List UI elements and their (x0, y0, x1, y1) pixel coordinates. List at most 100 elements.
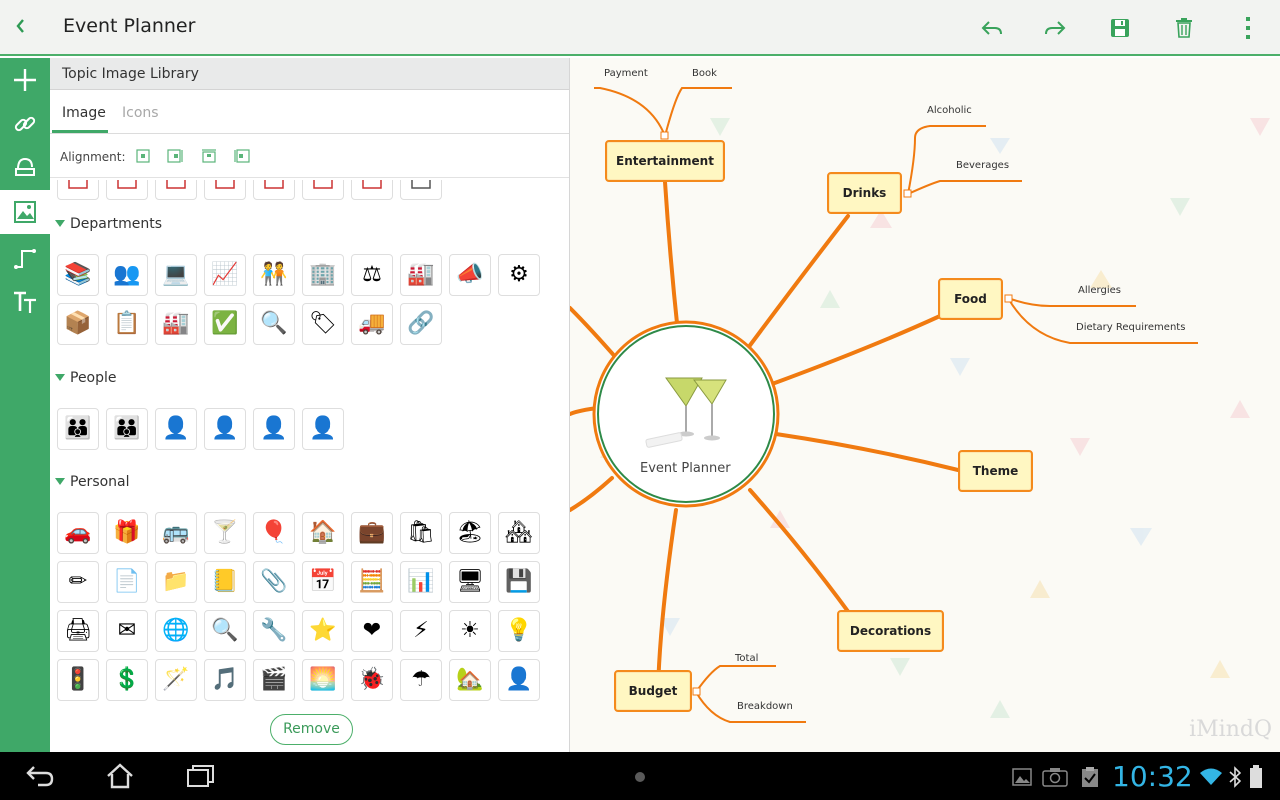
library-image-cell[interactable]: 🎵 (204, 659, 246, 701)
library-image-cell[interactable]: 📈 (204, 254, 246, 296)
calendar-image-cell[interactable] (106, 180, 148, 200)
library-image-cell[interactable]: 🏘 (498, 512, 540, 554)
library-image-cell[interactable]: 📎 (253, 561, 295, 603)
subtopic-beverages[interactable]: Beverages (956, 160, 1009, 171)
library-image-cell[interactable]: 💻 (155, 254, 197, 296)
align-left-button[interactable] (233, 148, 251, 164)
library-image-cell[interactable]: 📣 (449, 254, 491, 296)
library-image-cell[interactable]: 🌅 (302, 659, 344, 701)
library-image-cell[interactable]: 📅 (302, 561, 344, 603)
library-image-cell[interactable]: 🌐 (155, 610, 197, 652)
image-library-list[interactable]: Departments 📚 👥 💻 📈 🧑‍🤝‍🧑 🏢 ⚖ 🏭 📣 ⚙ 📦 📋 🏭 ✅ 🔍 🏷 🚚 🔗 People 👪… (50, 180, 569, 710)
library-image-cell[interactable]: 📋 (106, 303, 148, 345)
library-image-cell[interactable]: 🏖 (449, 512, 491, 554)
library-image-cell[interactable]: 📚 (57, 254, 99, 296)
library-image-cell[interactable]: 🚗 (57, 512, 99, 554)
calendar-image-cell[interactable] (253, 180, 295, 200)
align-right-button[interactable] (166, 148, 184, 164)
library-image-cell[interactable]: ☂ (400, 659, 442, 701)
library-image-cell[interactable]: 🪄 (155, 659, 197, 701)
library-image-cell[interactable]: 💾 (498, 561, 540, 603)
library-image-cell[interactable]: 🏡 (449, 659, 491, 701)
central-topic-label[interactable]: Event Planner (640, 461, 731, 476)
library-image-cell[interactable]: 👤 (498, 659, 540, 701)
library-image-cell[interactable]: 🎁 (106, 512, 148, 554)
library-image-cell[interactable]: 💼 (351, 512, 393, 554)
calendar-image-cell[interactable] (155, 180, 197, 200)
system-recents-button[interactable] (180, 760, 220, 792)
system-home-button[interactable] (100, 760, 140, 792)
overflow-menu-button[interactable] (1232, 12, 1264, 44)
task-notification[interactable] (1078, 764, 1102, 790)
calendar-image-cell[interactable] (400, 180, 442, 200)
topic-food[interactable]: Food (938, 278, 1003, 320)
library-image-cell[interactable]: 👤 (155, 408, 197, 450)
library-image-cell[interactable]: 🖥 (449, 561, 491, 603)
library-image-cell[interactable]: 🏠 (302, 512, 344, 554)
library-image-cell[interactable]: 📦 (57, 303, 99, 345)
library-image-cell[interactable]: 🧑‍🤝‍🧑 (253, 254, 295, 296)
library-image-cell[interactable]: 🏭 (155, 303, 197, 345)
align-center-button[interactable] (134, 148, 152, 164)
redo-button[interactable] (1039, 12, 1071, 44)
calendar-image-cell[interactable] (302, 180, 344, 200)
library-image-cell[interactable]: 🚌 (155, 512, 197, 554)
calendar-image-cell[interactable] (351, 180, 393, 200)
library-image-cell[interactable]: 👤 (204, 408, 246, 450)
text-format-tool[interactable] (0, 280, 50, 324)
topic-drinks[interactable]: Drinks (827, 172, 902, 214)
library-image-cell[interactable]: 🖨 (57, 610, 99, 652)
library-image-cell[interactable]: 🛍 (400, 512, 442, 554)
library-image-cell[interactable]: 👪 (57, 408, 99, 450)
library-image-cell[interactable]: 👤 (302, 408, 344, 450)
align-top-button[interactable] (200, 148, 218, 164)
library-image-cell[interactable]: 🏭 (400, 254, 442, 296)
library-image-cell[interactable]: 🚚 (351, 303, 393, 345)
library-image-cell[interactable]: 📊 (400, 561, 442, 603)
library-image-cell[interactable]: 🔍 (204, 610, 246, 652)
relationship-tool[interactable] (0, 146, 50, 190)
topic-budget[interactable]: Budget (614, 670, 692, 712)
library-image-cell[interactable]: ✉ (106, 610, 148, 652)
remove-image-button[interactable]: Remove (270, 714, 353, 745)
section-title-personal[interactable]: Personal (55, 474, 130, 490)
calendar-image-cell[interactable] (204, 180, 246, 200)
library-image-cell[interactable]: 🍸 (204, 512, 246, 554)
library-image-cell[interactable]: 🎈 (253, 512, 295, 554)
library-image-cell[interactable]: ⚡ (400, 610, 442, 652)
library-image-cell[interactable]: 📁 (155, 561, 197, 603)
library-image-cell[interactable]: ⭐ (302, 610, 344, 652)
delete-button[interactable] (1168, 12, 1200, 44)
connector-tool[interactable] (0, 236, 50, 280)
library-image-cell[interactable]: ✏ (57, 561, 99, 603)
calendar-image-cell[interactable] (57, 180, 99, 200)
subtopic-alcoholic[interactable]: Alcoholic (927, 105, 972, 116)
library-image-cell[interactable]: ✅ (204, 303, 246, 345)
library-image-cell[interactable]: 🔗 (400, 303, 442, 345)
section-title-departments[interactable]: Departments (55, 216, 162, 232)
system-back-button[interactable] (20, 760, 60, 792)
subtopic-breakdown[interactable]: Breakdown (737, 701, 793, 712)
library-image-cell[interactable]: 🏢 (302, 254, 344, 296)
library-image-cell[interactable]: 💲 (106, 659, 148, 701)
subtopic-allergies[interactable]: Allergies (1078, 285, 1121, 296)
add-topic-tool[interactable] (0, 58, 50, 102)
library-image-cell[interactable]: 🏷 (302, 303, 344, 345)
subtopic-payment[interactable]: Payment (604, 68, 648, 79)
image-tool[interactable] (0, 190, 50, 234)
tab-image[interactable]: Image (62, 104, 106, 122)
topic-decorations[interactable]: Decorations (837, 610, 944, 652)
screenshot-notification[interactable] (1041, 764, 1069, 790)
back-button[interactable] (10, 14, 30, 42)
topic-theme[interactable]: Theme (958, 450, 1033, 492)
library-image-cell[interactable]: 💡 (498, 610, 540, 652)
library-image-cell[interactable]: 🐞 (351, 659, 393, 701)
library-image-cell[interactable]: 👪 (106, 408, 148, 450)
mind-map-canvas[interactable]: Event Planner Entertainment Drinks Food … (570, 58, 1280, 752)
save-button[interactable] (1104, 12, 1136, 44)
library-image-cell[interactable]: 🧮 (351, 561, 393, 603)
subtopic-total[interactable]: Total (735, 653, 758, 664)
library-image-cell[interactable]: 👥 (106, 254, 148, 296)
library-image-cell[interactable]: ❤ (351, 610, 393, 652)
library-image-cell[interactable]: 🔍 (253, 303, 295, 345)
